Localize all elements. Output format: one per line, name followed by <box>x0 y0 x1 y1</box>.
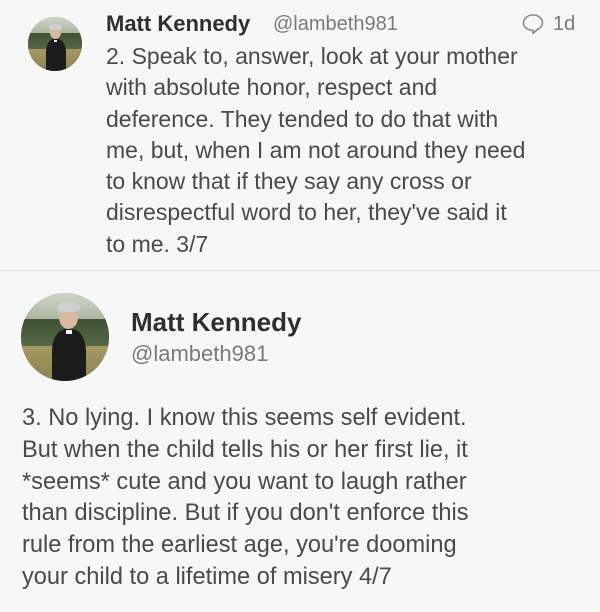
tweet-1[interactable]: Matt Kennedy @lambeth981 1d 2. Speak to,… <box>0 0 600 270</box>
avatar[interactable] <box>21 293 109 381</box>
tweet-text: 2. Speak to, answer, look at your mother… <box>106 43 526 257</box>
author-name[interactable]: Matt Kennedy <box>106 11 250 37</box>
avatar[interactable] <box>28 17 82 71</box>
author-handle[interactable]: @lambeth981 <box>273 13 398 36</box>
author-handle[interactable]: @lambeth981 <box>131 341 268 367</box>
reply-bubble-icon[interactable] <box>521 13 545 35</box>
author-name[interactable]: Matt Kennedy <box>131 307 301 338</box>
tweet-2[interactable]: Matt Kennedy @lambeth981 3. No lying. I … <box>0 271 600 612</box>
tweet-text: 3. No lying. I know this seems self evid… <box>22 405 469 590</box>
timestamp: 1d <box>553 13 576 35</box>
